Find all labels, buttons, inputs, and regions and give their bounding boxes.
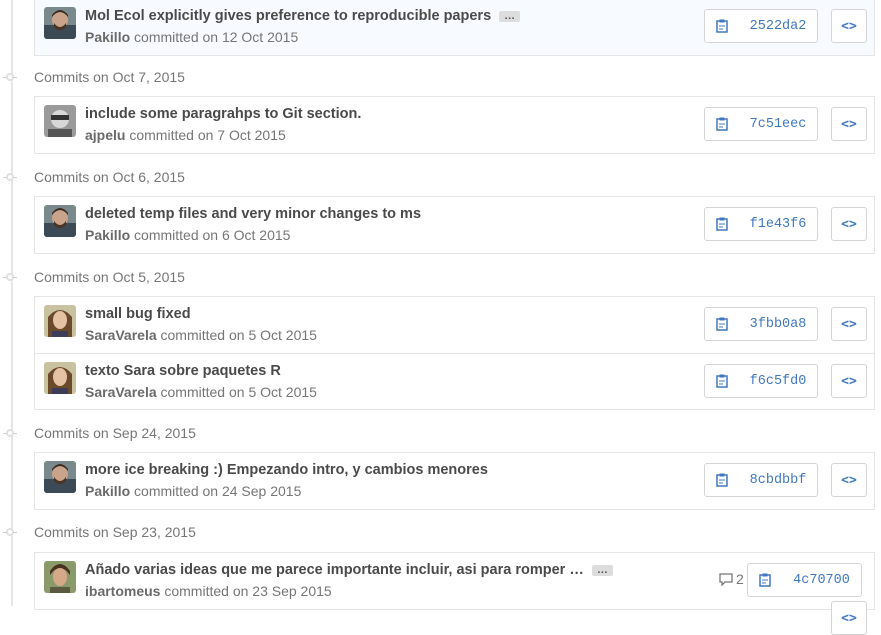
commit-sha-link[interactable]: 7c51eec [739, 107, 818, 141]
clipboard-icon [716, 374, 728, 388]
commit-author[interactable]: SaraVarela [85, 384, 157, 400]
browse-files-button[interactable]: <> [831, 364, 867, 398]
commit-author[interactable]: SaraVarela [85, 327, 157, 343]
copy-sha-button[interactable] [704, 9, 740, 43]
commit-row: texto Sara sobre paquetes R SaraVarela c… [35, 353, 874, 409]
commit-date: committed on 6 Oct 2015 [134, 227, 291, 243]
browse-files-button[interactable]: <> [831, 207, 867, 241]
copy-sha-button[interactable] [704, 307, 740, 341]
comment-count[interactable]: 2 [719, 571, 744, 587]
copy-sha-button[interactable] [704, 463, 740, 497]
commit-message[interactable]: small bug fixed [85, 306, 191, 322]
copy-sha-button[interactable] [704, 107, 740, 141]
clipboard-icon [716, 317, 728, 331]
commit-meta: ajpelu committed on 7 Oct 2015 [85, 127, 286, 143]
timeline-dot [3, 73, 17, 81]
commit-meta: Pakillo committed on 24 Sep 2015 [85, 483, 301, 499]
commit-meta: Pakillo committed on 6 Oct 2015 [85, 227, 290, 243]
commit-group-box: include some paragrahps to Git section. … [34, 96, 875, 154]
comment-icon [719, 572, 733, 586]
commit-group-box: more ice breaking :) Empezando intro, y … [34, 452, 875, 510]
copy-sha-button[interactable] [747, 563, 783, 597]
commit-author[interactable]: Pakillo [85, 227, 130, 243]
commit-sha-link[interactable]: 8cbdbbf [739, 463, 818, 497]
browse-files-button[interactable]: <> [831, 9, 867, 43]
commit-author[interactable]: ibartomeus [85, 583, 160, 599]
clipboard-icon [716, 19, 728, 33]
group-header: Commits on Oct 6, 2015 [34, 169, 185, 185]
expand-message-button[interactable]: … [591, 564, 613, 576]
avatar[interactable] [44, 305, 76, 337]
browse-files-button[interactable]: <> [831, 463, 867, 497]
browse-files-button[interactable]: <> [831, 307, 867, 341]
timeline-dot [3, 273, 17, 281]
commit-meta: ibartomeus committed on 23 Sep 2015 [85, 583, 332, 599]
comment-count-value: 2 [736, 571, 744, 587]
group-header: Commits on Oct 7, 2015 [34, 69, 185, 85]
group-header: Commits on Sep 23, 2015 [34, 524, 196, 540]
commit-meta: SaraVarela committed on 5 Oct 2015 [85, 327, 317, 343]
commit-meta: SaraVarela committed on 5 Oct 2015 [85, 384, 317, 400]
commit-group-box: Mol Ecol explicitly gives preference to … [34, 0, 875, 56]
commit-date: committed on 5 Oct 2015 [160, 384, 317, 400]
commit-date: committed on 24 Sep 2015 [134, 483, 302, 499]
commit-row: include some paragrahps to Git section. … [35, 97, 874, 153]
avatar[interactable] [44, 362, 76, 394]
commit-row: Mol Ecol explicitly gives preference to … [35, 0, 874, 55]
timeline-line [11, 0, 13, 606]
copy-sha-button[interactable] [704, 364, 740, 398]
commit-author[interactable]: Pakillo [85, 29, 130, 45]
copy-sha-button[interactable] [704, 207, 740, 241]
timeline-dot [3, 429, 17, 437]
avatar[interactable] [44, 561, 76, 593]
commit-row: Añado varias ideas que me parece importa… [35, 553, 874, 635]
clipboard-icon [716, 217, 728, 231]
clipboard-icon [716, 473, 728, 487]
commit-message[interactable]: Mol Ecol explicitly gives preference to … [85, 8, 521, 24]
group-header: Commits on Sep 24, 2015 [34, 425, 196, 441]
commit-meta: Pakillo committed on 12 Oct 2015 [85, 29, 298, 45]
clipboard-icon [759, 573, 771, 587]
timeline-dot [3, 173, 17, 181]
commit-row: small bug fixed SaraVarela committed on … [35, 297, 874, 353]
commit-sha-link[interactable]: 4c70700 [782, 563, 862, 597]
clipboard-icon [716, 117, 728, 131]
commit-group-box: small bug fixed SaraVarela committed on … [34, 296, 875, 410]
commit-message[interactable]: include some paragrahps to Git section. [85, 106, 361, 122]
commit-author[interactable]: ajpelu [85, 127, 125, 143]
commit-row: deleted temp files and very minor change… [35, 197, 874, 253]
browse-files-button[interactable]: <> [831, 107, 867, 141]
commit-row: more ice breaking :) Empezando intro, y … [35, 453, 874, 509]
avatar[interactable] [44, 7, 76, 39]
avatar[interactable] [44, 105, 76, 137]
group-header: Commits on Oct 5, 2015 [34, 269, 185, 285]
commit-message[interactable]: more ice breaking :) Empezando intro, y … [85, 462, 488, 478]
avatar[interactable] [44, 461, 76, 493]
commit-message[interactable]: Añado varias ideas que me parece importa… [85, 562, 613, 578]
timeline-dot [3, 528, 17, 536]
commit-sha-link[interactable]: f1e43f6 [739, 207, 818, 241]
commit-sha-link[interactable]: 2522da2 [739, 9, 818, 43]
commit-date: committed on 12 Oct 2015 [134, 29, 299, 45]
commit-sha-link[interactable]: 3fbb0a8 [739, 307, 818, 341]
commit-group-box: Añado varias ideas que me parece importa… [34, 552, 875, 635]
commit-message[interactable]: texto Sara sobre paquetes R [85, 363, 281, 379]
avatar[interactable] [44, 205, 76, 237]
commit-date: committed on 5 Oct 2015 [160, 327, 317, 343]
commit-date: committed on 7 Oct 2015 [129, 127, 286, 143]
browse-files-button[interactable]: <> [831, 601, 867, 635]
commit-date: committed on 23 Sep 2015 [164, 583, 332, 599]
commit-group-box: deleted temp files and very minor change… [34, 196, 875, 254]
commit-sha-link[interactable]: f6c5fd0 [739, 364, 818, 398]
commit-author[interactable]: Pakillo [85, 483, 130, 499]
commit-message[interactable]: deleted temp files and very minor change… [85, 206, 421, 222]
expand-message-button[interactable]: … [499, 10, 521, 22]
